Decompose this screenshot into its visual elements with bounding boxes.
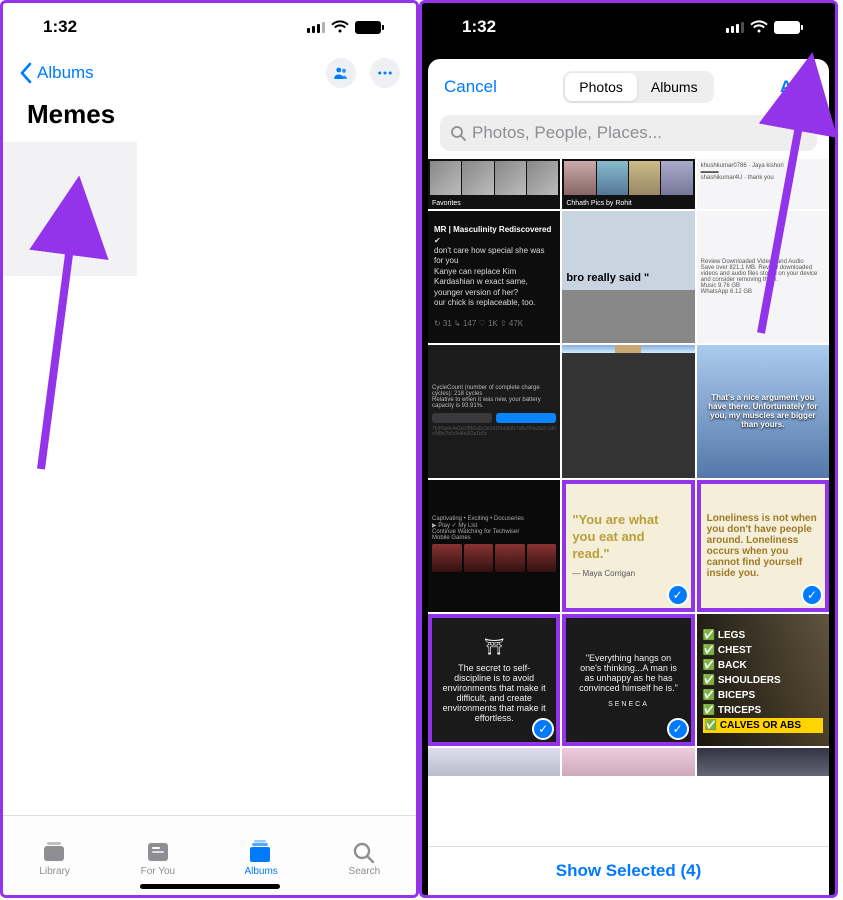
library-icon	[41, 840, 69, 864]
cancel-button[interactable]: Cancel	[444, 77, 497, 97]
albums-icon	[247, 840, 275, 864]
status-time: 1:32	[462, 17, 496, 37]
cellular-icon	[726, 22, 744, 33]
picker-header: Cancel Photos Albums Add	[428, 59, 829, 111]
back-button[interactable]: Albums	[19, 62, 94, 84]
add-photo-tile[interactable]	[3, 142, 137, 276]
segment-photos[interactable]: Photos	[565, 73, 637, 101]
tab-bar: Library For You Albums Search	[3, 815, 416, 895]
photo-thumbnail[interactable]: khushkumar0786 · Jaya kishori▬▬▬shashiku…	[697, 159, 829, 209]
photo-thumbnail[interactable]	[562, 748, 694, 776]
search-icon	[450, 125, 466, 141]
status-indicators: 66	[726, 20, 803, 34]
search-placeholder: Photos, People, Places...	[472, 123, 662, 143]
tab-library[interactable]: Library	[3, 816, 106, 895]
home-indicator[interactable]	[140, 884, 280, 889]
checkmark-icon: ✓	[667, 718, 689, 740]
ellipsis-icon	[376, 64, 394, 82]
status-bar: 1:32 66	[3, 3, 416, 51]
photo-thumbnail[interactable]: Review Downloaded Videos and Audio Save …	[697, 211, 829, 343]
right-screenshot: 1:32 66 Cancel Photos Albums Add Photos,…	[419, 0, 838, 898]
photo-thumbnail[interactable]: MR | Masculinity Rediscovered ✔don't car…	[428, 211, 560, 343]
photo-thumbnail[interactable]: LEGSCHESTBACKSHOULDERSBICEPSTRICEPSCALVE…	[697, 614, 829, 746]
show-selected-button[interactable]: Show Selected (4)	[428, 846, 829, 895]
photo-thumbnail-selected[interactable]: ⛩ The secret to self-discipline is to av…	[428, 614, 560, 746]
chevron-left-icon	[19, 62, 33, 84]
photo-thumbnail-selected[interactable]: Loneliness is not when you don't have pe…	[697, 480, 829, 612]
photo-thumbnail[interactable]: That's a nice argument you have there. U…	[697, 345, 829, 477]
album-title: Memes	[3, 95, 416, 142]
status-bar: 1:32 66	[422, 3, 835, 51]
photo-thumbnail[interactable]	[562, 345, 694, 477]
shared-library-button[interactable]	[326, 58, 356, 88]
photo-picker-sheet: Cancel Photos Albums Add Photos, People,…	[428, 59, 829, 895]
photo-thumbnail[interactable]	[428, 748, 560, 776]
photo-thumbnail[interactable]: Favorites	[428, 159, 560, 209]
photo-thumbnail[interactable]: bro really said "	[562, 211, 694, 343]
more-button[interactable]	[370, 58, 400, 88]
photo-thumbnail[interactable]	[697, 748, 829, 776]
segmented-control[interactable]: Photos Albums	[563, 71, 713, 103]
people-icon	[332, 64, 350, 82]
left-screenshot: 1:32 66 Albums Memes	[0, 0, 419, 898]
status-time: 1:32	[43, 17, 77, 37]
wifi-icon	[331, 20, 349, 34]
tab-search[interactable]: Search	[313, 816, 416, 895]
search-field[interactable]: Photos, People, Places...	[440, 115, 817, 151]
segment-albums[interactable]: Albums	[637, 73, 712, 101]
search-icon	[350, 840, 378, 864]
status-indicators: 66	[307, 20, 384, 34]
checkmark-icon: ✓	[667, 584, 689, 606]
photo-thumbnail-selected[interactable]: "Everything hangs on one's thinking...A …	[562, 614, 694, 746]
photo-grid[interactable]: Favorites Chhath Pics by Rohit khushkuma…	[428, 159, 829, 846]
back-label: Albums	[37, 63, 94, 83]
photo-thumbnail[interactable]: Chhath Pics by Rohit	[562, 159, 694, 209]
nav-bar: Albums	[3, 51, 416, 95]
battery-icon: 66	[355, 21, 384, 34]
battery-icon: 66	[774, 21, 803, 34]
photo-thumbnail-selected[interactable]: "You are what you eat and read."— Maya C…	[562, 480, 694, 612]
wifi-icon	[750, 20, 768, 34]
plus-icon	[55, 194, 85, 224]
photo-thumbnail[interactable]: CycleCount (number of complete charge cy…	[428, 345, 560, 477]
for-you-icon	[144, 840, 172, 864]
checkmark-icon: ✓	[801, 584, 823, 606]
add-button[interactable]: Add	[780, 77, 813, 97]
photo-thumbnail[interactable]: Captivating • Exciting • Docuseries ▶ Pl…	[428, 480, 560, 612]
cellular-icon	[307, 22, 325, 33]
